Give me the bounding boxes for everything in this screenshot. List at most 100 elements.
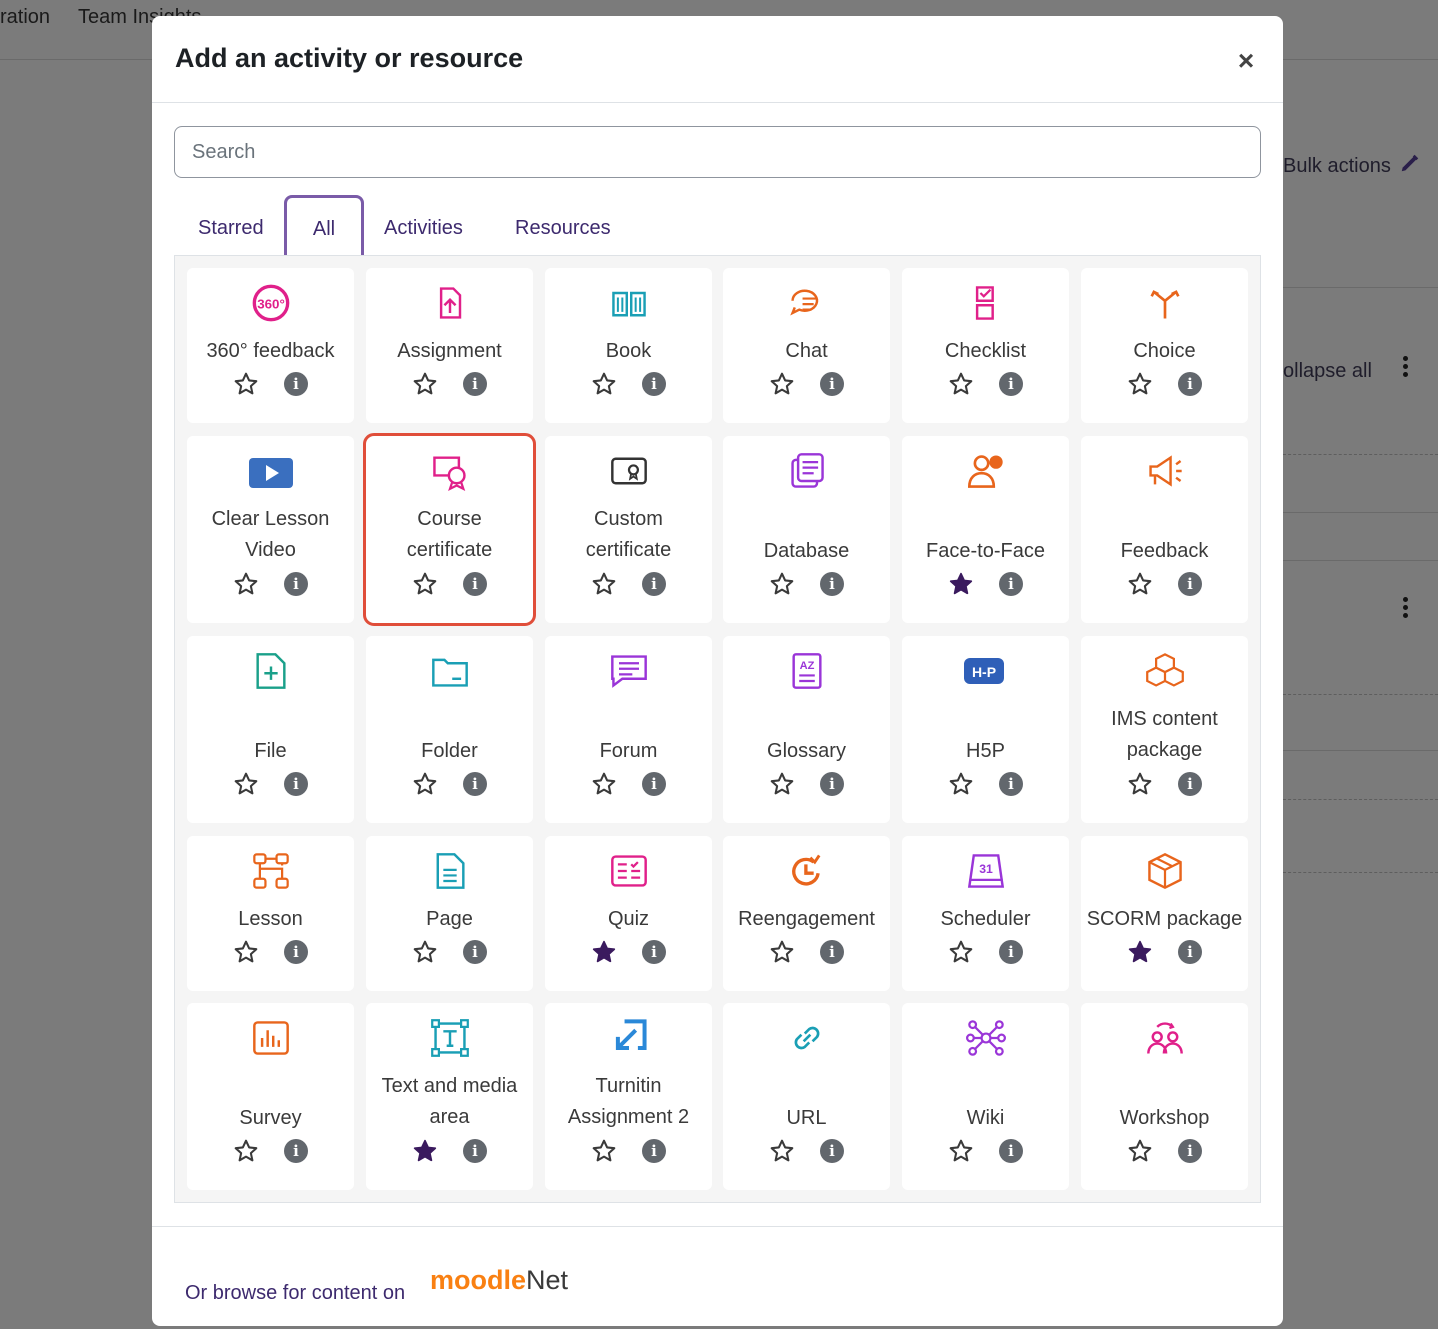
info-icon[interactable]: i — [999, 772, 1023, 796]
star-outline-icon[interactable] — [1127, 1138, 1153, 1169]
activity-card[interactable]: SCORM package i — [1081, 836, 1248, 991]
star-outline-icon[interactable] — [1127, 771, 1153, 802]
star-outline-icon[interactable] — [412, 771, 438, 802]
star-outline-icon[interactable] — [591, 771, 617, 802]
activity-card[interactable]: Text and media area i — [366, 1003, 533, 1190]
activity-card[interactable]: Quiz i — [545, 836, 712, 991]
info-icon[interactable]: i — [463, 572, 487, 596]
activity-card[interactable]: Database i — [723, 436, 890, 623]
activity-card[interactable]: Book i — [545, 268, 712, 423]
activity-card[interactable]: Wiki i — [902, 1003, 1069, 1190]
search-input[interactable] — [174, 126, 1261, 178]
info-icon[interactable]: i — [284, 940, 308, 964]
activity-card[interactable]: Checklist i — [902, 268, 1069, 423]
star-outline-icon[interactable] — [412, 371, 438, 402]
star-outline-icon[interactable] — [591, 371, 617, 402]
star-outline-icon[interactable] — [1127, 571, 1153, 602]
info-icon[interactable]: i — [463, 772, 487, 796]
star-filled-icon[interactable] — [591, 939, 617, 970]
info-icon[interactable]: i — [820, 940, 844, 964]
info-icon[interactable]: i — [820, 1139, 844, 1163]
tab-all[interactable]: All — [284, 195, 364, 261]
activity-card[interactable]: 31 Scheduler i — [902, 836, 1069, 991]
activity-card[interactable]: Folder i — [366, 636, 533, 823]
star-outline-icon[interactable] — [233, 1138, 259, 1169]
info-icon[interactable]: i — [284, 1139, 308, 1163]
star-filled-icon[interactable] — [412, 1138, 438, 1169]
info-icon[interactable]: i — [463, 940, 487, 964]
activity-card[interactable]: Custom certificate i — [545, 436, 712, 623]
star-outline-icon[interactable] — [233, 939, 259, 970]
info-icon[interactable]: i — [999, 572, 1023, 596]
star-outline-icon[interactable] — [769, 571, 795, 602]
info-icon[interactable]: i — [463, 1139, 487, 1163]
info-icon[interactable]: i — [820, 372, 844, 396]
activity-card[interactable]: H-P H5P i — [902, 636, 1069, 823]
star-outline-icon[interactable] — [769, 771, 795, 802]
info-icon[interactable]: i — [642, 1139, 666, 1163]
star-outline-icon[interactable] — [948, 771, 974, 802]
info-icon[interactable]: i — [999, 1139, 1023, 1163]
star-outline-icon[interactable] — [591, 571, 617, 602]
info-icon[interactable]: i — [999, 372, 1023, 396]
activity-card[interactable]: Chat i — [723, 268, 890, 423]
info-icon[interactable]: i — [642, 940, 666, 964]
info-icon[interactable]: i — [820, 572, 844, 596]
moodlenet-logo[interactable]: moodleNet — [430, 1265, 568, 1296]
info-icon[interactable]: i — [1178, 572, 1202, 596]
star-outline-icon[interactable] — [769, 939, 795, 970]
info-icon[interactable]: i — [1178, 1139, 1202, 1163]
activity-card[interactable]: Page i — [366, 836, 533, 991]
star-outline-icon[interactable] — [412, 571, 438, 602]
tab-starred[interactable]: Starred — [198, 217, 264, 240]
star-outline-icon[interactable] — [769, 1138, 795, 1169]
activity-card[interactable]: 360° 360° feedback i — [187, 268, 354, 423]
info-icon[interactable]: i — [642, 572, 666, 596]
info-icon[interactable]: i — [820, 772, 844, 796]
star-outline-icon[interactable] — [948, 1138, 974, 1169]
activity-card[interactable]: Survey i — [187, 1003, 354, 1190]
star-outline-icon[interactable] — [412, 939, 438, 970]
star-outline-icon[interactable] — [948, 939, 974, 970]
info-icon[interactable]: i — [642, 772, 666, 796]
star-filled-icon[interactable] — [948, 571, 974, 602]
file-icon — [187, 651, 354, 691]
star-outline-icon[interactable] — [948, 371, 974, 402]
activity-card[interactable]: Clear Lesson Video i — [187, 436, 354, 623]
star-outline-icon[interactable] — [233, 571, 259, 602]
tab-resources[interactable]: Resources — [515, 217, 611, 240]
activity-card[interactable]: File i — [187, 636, 354, 823]
activity-card[interactable]: Course certificate i — [363, 433, 536, 626]
close-button[interactable]: × — [1234, 47, 1258, 75]
star-outline-icon[interactable] — [1127, 371, 1153, 402]
info-icon[interactable]: i — [1178, 940, 1202, 964]
info-icon[interactable]: i — [1178, 372, 1202, 396]
activity-card[interactable]: Feedback i — [1081, 436, 1248, 623]
star-outline-icon[interactable] — [233, 371, 259, 402]
activity-card[interactable]: Choice i — [1081, 268, 1248, 423]
activity-card[interactable]: Reengagement i — [723, 836, 890, 991]
activity-card[interactable]: Face-to-Face i — [902, 436, 1069, 623]
star-outline-icon[interactable] — [769, 371, 795, 402]
activity-card[interactable]: Workshop i — [1081, 1003, 1248, 1190]
info-icon[interactable]: i — [642, 372, 666, 396]
tab-activities[interactable]: Activities — [384, 217, 463, 240]
star-outline-icon[interactable] — [233, 771, 259, 802]
info-icon[interactable]: i — [1178, 772, 1202, 796]
star-filled-icon[interactable] — [1127, 939, 1153, 970]
choice-icon — [1081, 283, 1248, 323]
activity-card[interactable]: Turnitin Assignment 2 i — [545, 1003, 712, 1190]
info-icon[interactable]: i — [999, 940, 1023, 964]
activity-card[interactable]: AZ Glossary i — [723, 636, 890, 823]
info-icon[interactable]: i — [284, 372, 308, 396]
activity-card[interactable]: Lesson i — [187, 836, 354, 991]
activity-card[interactable]: URL i — [723, 1003, 890, 1190]
star-outline-icon[interactable] — [591, 1138, 617, 1169]
info-icon[interactable]: i — [463, 372, 487, 396]
activity-card[interactable]: IMS content package i — [1081, 636, 1248, 823]
activity-card[interactable]: Assignment i — [366, 268, 533, 423]
activity-card[interactable]: Forum i — [545, 636, 712, 823]
info-icon[interactable]: i — [284, 772, 308, 796]
kebab-menu-icon — [1402, 597, 1410, 621]
info-icon[interactable]: i — [284, 572, 308, 596]
